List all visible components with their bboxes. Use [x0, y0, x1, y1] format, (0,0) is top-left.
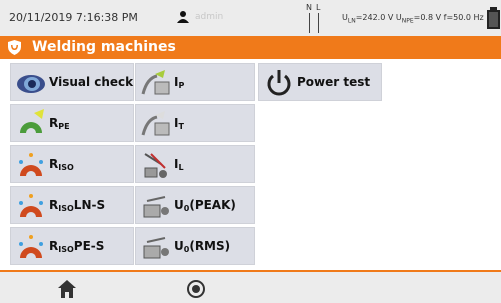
nl-indicator: N L — [306, 3, 326, 33]
riso-ln-s-button[interactable]: R ISO LN-S — [10, 186, 134, 224]
datetime: 20/11/2019 7:16:38 PM — [9, 11, 138, 24]
tile-label: R ISO PE-S — [49, 239, 105, 254]
riso-pe-s-button[interactable]: R ISO PE-S — [10, 227, 134, 265]
tile-label: Power test — [297, 75, 371, 89]
tile-label: R ISO LN-S — [49, 198, 106, 213]
user-name: admin — [195, 12, 224, 22]
user-icon — [177, 11, 189, 23]
l-label: L — [316, 3, 321, 12]
tile-label: R PE — [49, 116, 70, 131]
title-bar: Welding machines — [0, 36, 501, 59]
voltage-probe-icon — [143, 196, 169, 218]
u0-peak-button[interactable]: U0 (PEAK) — [135, 186, 255, 224]
it-button[interactable]: IT — [135, 104, 255, 142]
tile-label: U0 (PEAK) — [174, 198, 236, 213]
uln-value: =242.0 V — [355, 13, 394, 22]
tile-label: U0 (RMS) — [174, 239, 231, 254]
power-test-button[interactable]: Power test — [258, 63, 382, 101]
shield-icon — [8, 40, 21, 55]
voltage-probe-icon — [143, 237, 169, 259]
power-icon — [267, 70, 291, 96]
n-line — [309, 13, 310, 33]
uln-sub: LN — [347, 17, 356, 25]
u0-rms-button[interactable]: U0 (RMS) — [135, 227, 255, 265]
eye-icon — [17, 75, 45, 93]
resistance-probe-icon — [20, 109, 44, 133]
insulation-icon — [19, 235, 43, 258]
page-title: Welding machines — [32, 39, 176, 55]
il-button[interactable]: IL — [135, 145, 255, 183]
ip-button[interactable]: IP — [135, 63, 255, 101]
tile-label: IL — [174, 157, 184, 172]
leakage-icon — [144, 153, 167, 178]
visual-check-button[interactable]: Visual check — [10, 63, 134, 101]
battery-icon — [487, 7, 500, 29]
voltage-readout: ULN=242.0 V UNPE=0.8 V f=50.0 Hz — [342, 13, 484, 25]
riso-button[interactable]: R ISO — [10, 145, 134, 183]
rpe-button[interactable]: R PE — [10, 104, 134, 142]
back-icon[interactable] — [184, 275, 208, 301]
probe-icon — [141, 111, 170, 136]
home-icon[interactable] — [55, 275, 79, 301]
insulation-icon — [19, 153, 43, 176]
status-bar: 20/11/2019 7:16:38 PM admin N L ULN=242.… — [0, 0, 501, 36]
l-line — [318, 13, 319, 33]
tile-label: Visual check — [49, 75, 134, 89]
n-label: N — [306, 3, 312, 12]
insulation-icon — [19, 194, 43, 217]
frequency: f=50.0 Hz — [443, 13, 484, 22]
tile-label: R ISO — [49, 157, 74, 172]
tile-label: IT — [174, 116, 184, 131]
tile-label: IP — [174, 75, 185, 90]
upe-value: =0.8 V — [413, 13, 442, 22]
probe-icon — [141, 70, 170, 95]
upe-sub: NPE — [401, 17, 414, 25]
